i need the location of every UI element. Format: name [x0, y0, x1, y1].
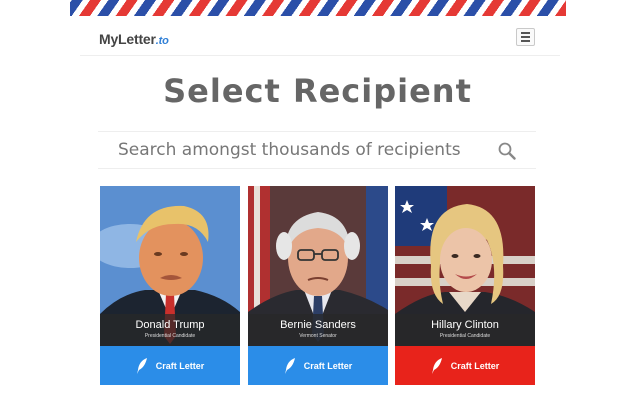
craft-letter-button[interactable]: Craft Letter — [248, 346, 388, 385]
page-title: Select Recipient — [163, 72, 472, 110]
quill-pen-icon — [431, 357, 442, 374]
quill-pen-icon — [136, 357, 147, 374]
recipient-namebar: Bernie Sanders Vermont Senator — [248, 314, 388, 346]
recipient-name: Bernie Sanders — [280, 319, 356, 331]
recipient-card[interactable]: Bernie Sanders Vermont Senator Craft Let… — [248, 186, 388, 385]
craft-letter-label: Craft Letter — [155, 360, 205, 371]
craft-letter-button[interactable]: Craft Letter — [100, 346, 240, 385]
site-logo[interactable]: MyLetter.to — [99, 31, 169, 47]
recipient-name: Hillary Clinton — [431, 319, 499, 331]
recipient-card[interactable]: Donald Trump Presidential Candidate Craf… — [100, 186, 240, 385]
quill-pen-icon — [284, 357, 295, 374]
airmail-stripe-banner — [70, 0, 566, 16]
brand-tld: .to — [155, 35, 169, 47]
recipient-role: Presidential Candidate — [144, 333, 196, 339]
recipient-card[interactable]: Hillary Clinton Presidential Candidate C… — [395, 186, 535, 385]
recipient-role: Presidential Candidate — [439, 333, 491, 339]
recipient-namebar: Hillary Clinton Presidential Candidate — [395, 314, 535, 346]
craft-letter-button[interactable]: Craft Letter — [395, 346, 535, 385]
craft-letter-label: Craft Letter — [450, 360, 500, 371]
search-icon[interactable] — [498, 142, 516, 160]
search-bar — [98, 131, 536, 169]
brand-name: MyLetter — [99, 31, 156, 47]
recipient-name: Donald Trump — [135, 319, 205, 331]
search-input[interactable] — [98, 132, 498, 168]
recipient-role: Vermont Senator — [299, 333, 337, 339]
craft-letter-label: Craft Letter — [303, 360, 353, 371]
recipient-namebar: Donald Trump Presidential Candidate — [100, 314, 240, 346]
hamburger-menu-icon[interactable] — [516, 28, 535, 46]
site-header: MyLetter.to — [80, 22, 560, 56]
